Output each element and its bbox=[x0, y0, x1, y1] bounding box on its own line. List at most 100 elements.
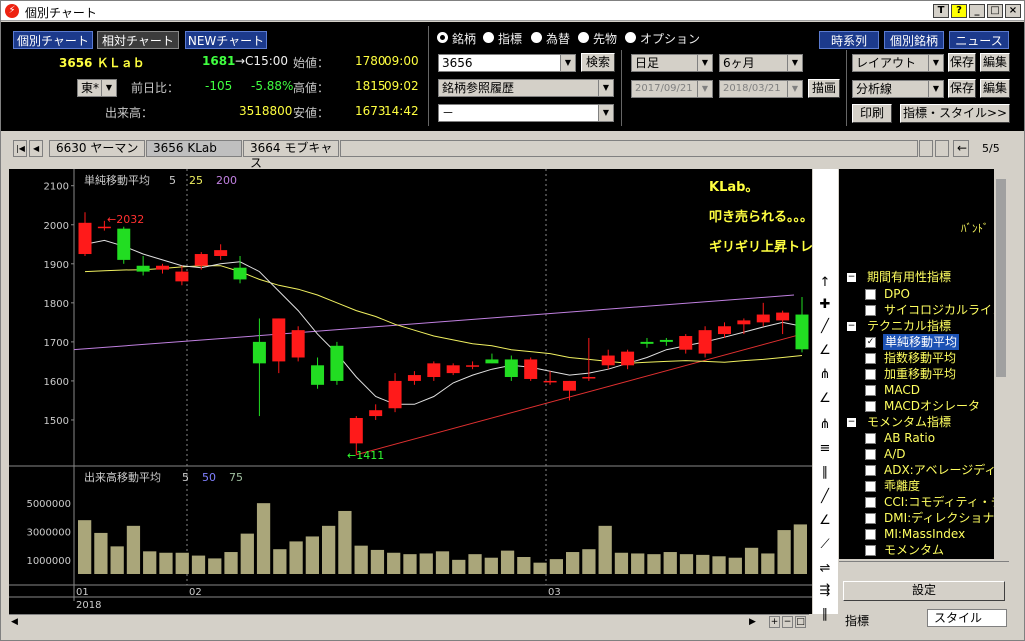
first-tab-icon[interactable]: |◀ bbox=[13, 140, 27, 157]
checkbox-cci[interactable] bbox=[865, 497, 876, 508]
period-icon[interactable]: ∥ bbox=[817, 607, 833, 623]
radio-stock[interactable] bbox=[437, 32, 448, 43]
checkbox-sma[interactable]: ✓ bbox=[865, 337, 876, 348]
checkbox-psych[interactable] bbox=[865, 305, 876, 316]
indicator-abratio[interactable]: AB Ratio bbox=[884, 430, 935, 446]
new-chart-button[interactable]: NEWチャート bbox=[185, 31, 267, 49]
indicator-wma[interactable]: 加重移動平均 bbox=[884, 366, 956, 382]
indicator-momentum[interactable]: モメンタム bbox=[884, 542, 944, 558]
radio-futures[interactable] bbox=[578, 32, 589, 43]
checkbox-mi[interactable] bbox=[865, 529, 876, 540]
code-input[interactable]: 3656 ▼ bbox=[438, 54, 576, 72]
checkbox-abratio[interactable] bbox=[865, 433, 876, 444]
checkbox-momentum[interactable] bbox=[865, 545, 876, 556]
news-button[interactable]: ニュース bbox=[949, 31, 1009, 49]
layout-select[interactable]: レイアウト ▼ bbox=[852, 54, 944, 72]
arc-icon[interactable]: ⋔ bbox=[817, 417, 833, 433]
chart-area[interactable]: 1500 1600 1700 1800 1900 2000 2100 1000000 3000… bbox=[9, 169, 891, 614]
indicator-mi[interactable]: MI:MassIndex bbox=[884, 526, 965, 542]
radio-index[interactable] bbox=[483, 32, 494, 43]
checkbox-ad[interactable] bbox=[865, 449, 876, 460]
tree-hscrollbar[interactable] bbox=[839, 561, 1009, 575]
tree-scrollbar[interactable] bbox=[994, 175, 1009, 559]
indicator-deviation[interactable]: 乖離度 bbox=[884, 478, 920, 494]
cursor-icon[interactable]: ↑ bbox=[817, 275, 833, 291]
back-arrow-icon[interactable]: ← bbox=[953, 140, 969, 157]
marker-icon[interactable]: ⇌ bbox=[817, 561, 833, 577]
analysis-save-button[interactable]: 保存 bbox=[948, 79, 976, 98]
channel-icon[interactable]: ≡ bbox=[817, 441, 833, 457]
crosshair-icon[interactable]: ✚ bbox=[817, 297, 833, 313]
fit-button[interactable]: □ bbox=[795, 616, 806, 628]
tab-6630[interactable]: 6630 ヤーマン bbox=[49, 140, 145, 157]
checkbox-dmi[interactable] bbox=[865, 513, 876, 524]
checkbox-deviation[interactable] bbox=[865, 481, 876, 492]
indicator-dpo[interactable]: DPO bbox=[884, 286, 910, 302]
checkbox-ema[interactable] bbox=[865, 353, 876, 364]
interval-select[interactable]: 日足 ▼ bbox=[631, 54, 713, 72]
fan-icon[interactable]: ⋔ bbox=[817, 367, 833, 383]
layout-edit-button[interactable]: 編集 bbox=[980, 53, 1010, 72]
radio-fx[interactable] bbox=[531, 32, 542, 43]
history-select[interactable]: 銘柄参照履歴 ▼ bbox=[438, 79, 614, 97]
analysis-edit-button[interactable]: 編集 bbox=[980, 79, 1010, 98]
indicator-ema[interactable]: 指数移動平均 bbox=[884, 350, 956, 366]
radio-option[interactable] bbox=[625, 32, 636, 43]
print-button[interactable]: 印刷 bbox=[852, 104, 892, 123]
tab-3664[interactable]: 3664 モブキャス bbox=[243, 140, 339, 170]
indicator-cci[interactable]: CCI:コモディティ・チャ bbox=[884, 494, 994, 510]
tab-3656[interactable]: 3656 KLab bbox=[146, 140, 242, 157]
indicator-macd-osc[interactable]: MACDオシレータ bbox=[884, 398, 980, 414]
collapse-icon[interactable]: − bbox=[847, 322, 856, 331]
checkbox-macd-osc[interactable] bbox=[865, 401, 876, 412]
to-date[interactable]: 2018/03/21 ▼ bbox=[719, 80, 803, 98]
checkbox-adx[interactable] bbox=[865, 465, 876, 476]
checkbox-macd[interactable] bbox=[865, 385, 876, 396]
draw-button[interactable]: 描画 bbox=[808, 79, 840, 98]
maximize-button[interactable]: □ bbox=[987, 4, 1003, 18]
indicator-ad[interactable]: A/D bbox=[884, 446, 906, 462]
zoom-in-button[interactable]: + bbox=[769, 616, 780, 628]
indicator-style-button[interactable]: 指標・スタイル>> bbox=[900, 104, 1010, 123]
close-button[interactable]: × bbox=[1005, 4, 1021, 18]
help-button[interactable]: ? bbox=[951, 4, 967, 18]
checkbox-wma[interactable] bbox=[865, 369, 876, 380]
indicator-macd[interactable]: MACD bbox=[884, 382, 920, 398]
from-date[interactable]: 2017/09/21 ▼ bbox=[631, 80, 713, 98]
collapse-icon[interactable]: − bbox=[847, 273, 856, 282]
angle-icon[interactable]: ∠ bbox=[817, 343, 833, 359]
scroll-left-icon[interactable]: ◀ bbox=[11, 617, 18, 627]
indicator-psych[interactable]: サイコロジカルライン bbox=[884, 302, 994, 318]
indicator-dmi[interactable]: DMI:ディレクショナル bbox=[884, 510, 994, 526]
timeline-button[interactable]: 時系列 bbox=[819, 31, 879, 49]
chart-hscrollbar[interactable]: ◀ ▶ + − □ bbox=[9, 614, 809, 630]
tab-style[interactable]: スタイル bbox=[927, 609, 1007, 627]
line-icon[interactable]: ╱ bbox=[817, 489, 833, 505]
checkbox-dpo[interactable] bbox=[865, 289, 876, 300]
search-button[interactable]: 検索 bbox=[581, 53, 615, 72]
fib-retrace-icon[interactable]: ∥ bbox=[817, 465, 833, 481]
indicator-sma[interactable]: 単純移動平均 bbox=[883, 334, 960, 350]
prev-tab-icon[interactable]: ◀ bbox=[29, 140, 43, 157]
indicator-adx[interactable]: ADX:アベレージディレ bbox=[884, 462, 994, 478]
individual-chart-button[interactable]: 個別チャート bbox=[13, 31, 93, 49]
settings-button[interactable]: 設定 bbox=[843, 581, 1005, 601]
company-button[interactable]: 個別銘柄 bbox=[884, 31, 944, 49]
empty-tab[interactable] bbox=[919, 140, 933, 157]
zoom-out-button[interactable]: − bbox=[782, 616, 793, 628]
gann-icon[interactable]: ∠ bbox=[817, 513, 833, 529]
relative-chart-button[interactable]: 相対チャート bbox=[97, 31, 179, 49]
fibonacci-icon[interactable]: ∠ bbox=[817, 391, 833, 407]
minimize-button[interactable]: _ bbox=[969, 4, 985, 18]
sub-select[interactable]: － ▼ bbox=[438, 104, 614, 122]
collapse-icon[interactable]: − bbox=[847, 418, 856, 427]
tab-empty[interactable] bbox=[340, 140, 918, 157]
cycle-icon[interactable]: ⟋ bbox=[817, 537, 833, 553]
trendline-icon[interactable]: ╱ bbox=[817, 319, 833, 335]
tab-indicator[interactable]: 指標 bbox=[845, 612, 869, 629]
empty-tab[interactable] bbox=[935, 140, 949, 157]
market-select[interactable]: 東* ▼ bbox=[77, 79, 117, 97]
scroll-right-icon[interactable]: ▶ bbox=[749, 617, 756, 627]
range-select[interactable]: 6ヶ月 ▼ bbox=[719, 54, 803, 72]
tree-scroll-thumb[interactable] bbox=[996, 179, 1006, 377]
